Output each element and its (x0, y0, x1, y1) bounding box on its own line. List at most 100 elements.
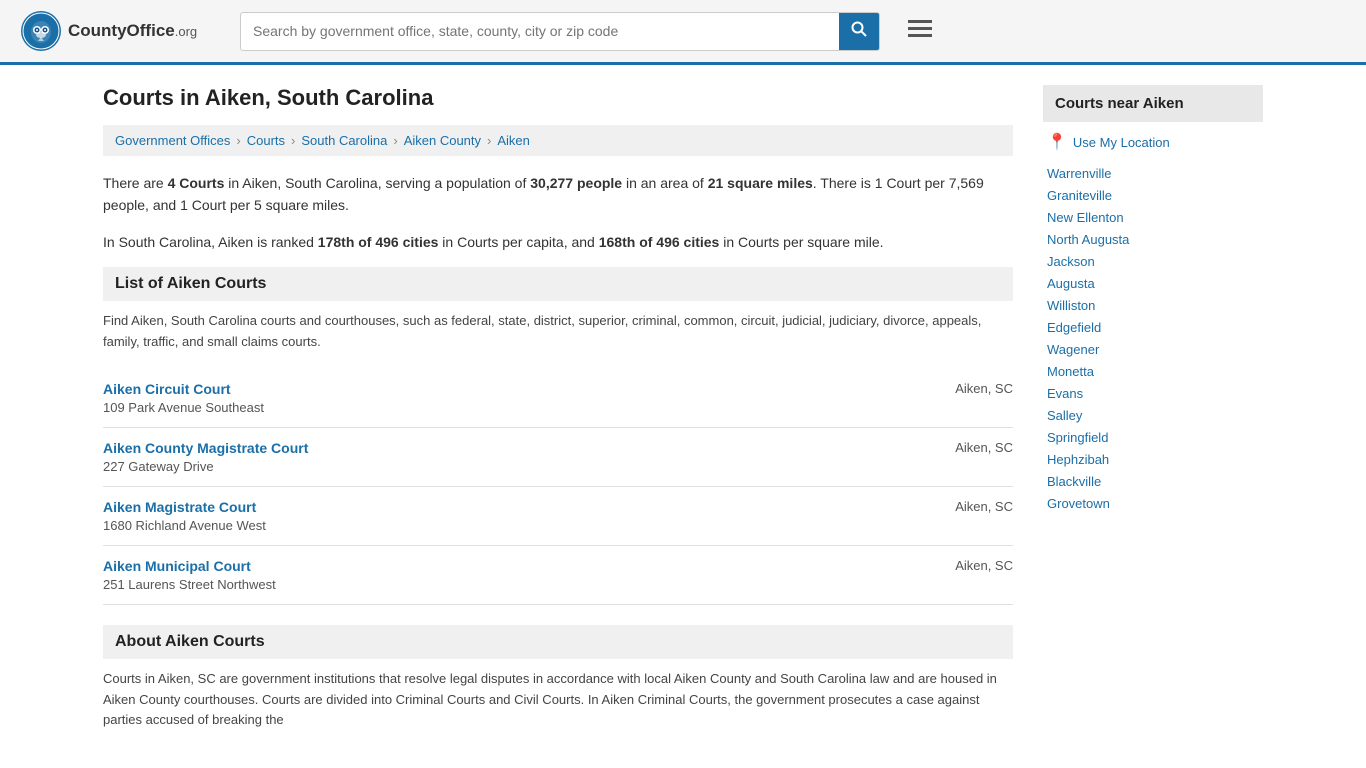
sidebar-link-3[interactable]: North Augusta (1047, 232, 1129, 247)
sidebar-link-13[interactable]: Hephzibah (1047, 452, 1109, 467)
sidebar-nearby-11: Salley (1047, 404, 1259, 426)
court-city-1: Aiken, SC (913, 440, 1013, 455)
site-header: CountyOffice.org (0, 0, 1366, 65)
sidebar-nearby-4: Jackson (1047, 250, 1259, 272)
court-link-1[interactable]: Aiken County Magistrate Court (103, 440, 308, 456)
sidebar-nearby-3: North Augusta (1047, 228, 1259, 250)
court-city-3: Aiken, SC (913, 558, 1013, 573)
sidebar-link-1[interactable]: Graniteville (1047, 188, 1112, 203)
court-name-3: Aiken Municipal Court (103, 558, 276, 574)
court-name-2: Aiken Magistrate Court (103, 499, 266, 515)
court-city-0: Aiken, SC (913, 381, 1013, 396)
sidebar-nearby-8: Wagener (1047, 338, 1259, 360)
sidebar-nearby-1: Graniteville (1047, 184, 1259, 206)
sidebar-nearby-0: Warrenville (1047, 162, 1259, 184)
courts-list: Aiken Circuit Court 109 Park Avenue Sout… (103, 369, 1013, 605)
breadcrumb-item-county[interactable]: Aiken County (404, 133, 481, 148)
court-link-0[interactable]: Aiken Circuit Court (103, 381, 231, 397)
sidebar-nearby-12: Springfield (1047, 426, 1259, 448)
sidebar-link-4[interactable]: Jackson (1047, 254, 1095, 269)
court-address-1: 227 Gateway Drive (103, 459, 308, 474)
breadcrumb: Government Offices › Courts › South Caro… (103, 125, 1013, 156)
court-item-1: Aiken County Magistrate Court 227 Gatewa… (103, 428, 1013, 487)
sidebar-link-9[interactable]: Monetta (1047, 364, 1094, 379)
sidebar-link-8[interactable]: Wagener (1047, 342, 1099, 357)
desc-population: 30,277 people (530, 175, 622, 191)
list-section-header: List of Aiken Courts (103, 267, 1013, 301)
logo-icon (20, 10, 62, 52)
about-section-header: About Aiken Courts (103, 625, 1013, 659)
page-container: Courts in Aiken, South Carolina Governme… (83, 65, 1283, 751)
court-address-3: 251 Laurens Street Northwest (103, 577, 276, 592)
sidebar-nearby-2: New Ellenton (1047, 206, 1259, 228)
desc-period: . (345, 197, 349, 213)
sidebar-link-11[interactable]: Salley (1047, 408, 1082, 423)
sidebar-link-10[interactable]: Evans (1047, 386, 1083, 401)
court-link-2[interactable]: Aiken Magistrate Court (103, 499, 256, 515)
sidebar-link-14[interactable]: Blackville (1047, 474, 1101, 489)
breadcrumb-sep-3: › (393, 133, 397, 148)
court-address-2: 1680 Richland Avenue West (103, 518, 266, 533)
sidebar-nearby-15: Grovetown (1047, 492, 1259, 514)
list-description: Find Aiken, South Carolina courts and co… (103, 311, 1013, 353)
desc-area-text: in an area of (622, 175, 708, 191)
sidebar-link-5[interactable]: Augusta (1047, 276, 1095, 291)
desc-courts-count: 4 Courts (168, 175, 225, 191)
sidebar-link-6[interactable]: Williston (1047, 298, 1095, 313)
sidebar-link-7[interactable]: Edgefield (1047, 320, 1101, 335)
desc-area: 21 square miles (708, 175, 813, 191)
breadcrumb-item-gov[interactable]: Government Offices (115, 133, 230, 148)
sidebar-nearby-6: Williston (1047, 294, 1259, 316)
sidebar-link-0[interactable]: Warrenville (1047, 166, 1112, 181)
desc-rank2-suffix: in Courts per square mile. (719, 234, 883, 250)
sidebar-nearby-14: Blackville (1047, 470, 1259, 492)
description-para-2: In South Carolina, Aiken is ranked 178th… (103, 231, 1013, 253)
sidebar-nearby-9: Monetta (1047, 360, 1259, 382)
sidebar-header: Courts near Aiken (1043, 85, 1263, 122)
desc-intro: There are (103, 175, 168, 191)
page-title: Courts in Aiken, South Carolina (103, 85, 1013, 111)
court-city-2: Aiken, SC (913, 499, 1013, 514)
court-address-0: 109 Park Avenue Southeast (103, 400, 264, 415)
search-icon (851, 21, 867, 37)
search-button[interactable] (839, 13, 879, 50)
sidebar-link-12[interactable]: Springfield (1047, 430, 1108, 445)
use-location-link[interactable]: Use My Location (1073, 135, 1170, 150)
sidebar-link-15[interactable]: Grovetown (1047, 496, 1110, 511)
desc-rank1: 178th of 496 cities (318, 234, 439, 250)
sidebar: Courts near Aiken 📍 Use My Location Warr… (1043, 85, 1263, 731)
desc-rank1-suffix: in Courts per capita, and (438, 234, 598, 250)
breadcrumb-sep-4: › (487, 133, 491, 148)
court-name-0: Aiken Circuit Court (103, 381, 264, 397)
search-input[interactable] (241, 15, 839, 47)
hamburger-icon (908, 20, 932, 38)
description-para-1: There are 4 Courts in Aiken, South Carol… (103, 172, 1013, 217)
breadcrumb-item-aiken[interactable]: Aiken (497, 133, 530, 148)
desc-per-mile: , and 1 Court per 5 square miles (145, 197, 345, 213)
sidebar-nearby-5: Augusta (1047, 272, 1259, 294)
court-item-0: Aiken Circuit Court 109 Park Avenue Sout… (103, 369, 1013, 428)
court-name-1: Aiken County Magistrate Court (103, 440, 308, 456)
breadcrumb-item-courts[interactable]: Courts (247, 133, 285, 148)
sidebar-nearby-7: Edgefield (1047, 316, 1259, 338)
court-item-3: Aiken Municipal Court 251 Laurens Street… (103, 546, 1013, 605)
sidebar-location: 📍 Use My Location (1043, 132, 1263, 152)
desc-rank2: 168th of 496 cities (599, 234, 720, 250)
sidebar-nearby-list: Warrenville Graniteville New Ellenton No… (1043, 162, 1263, 514)
sidebar-nearby-10: Evans (1047, 382, 1259, 404)
logo-area: CountyOffice.org (20, 10, 220, 52)
desc-in-text: in Aiken, South Carolina, serving a popu… (224, 175, 530, 191)
sidebar-nearby-13: Hephzibah (1047, 448, 1259, 470)
breadcrumb-item-sc[interactable]: South Carolina (301, 133, 387, 148)
logo-text: CountyOffice.org (68, 21, 197, 41)
location-pin-icon: 📍 (1047, 132, 1067, 152)
menu-button[interactable] (900, 14, 940, 48)
breadcrumb-sep-1: › (236, 133, 240, 148)
breadcrumb-sep-2: › (291, 133, 295, 148)
court-link-3[interactable]: Aiken Municipal Court (103, 558, 251, 574)
desc-ranked-intro: In South Carolina, Aiken is ranked (103, 234, 318, 250)
court-item-2: Aiken Magistrate Court 1680 Richland Ave… (103, 487, 1013, 546)
search-area (240, 12, 880, 51)
sidebar-link-2[interactable]: New Ellenton (1047, 210, 1124, 225)
main-content: Courts in Aiken, South Carolina Governme… (103, 85, 1013, 731)
